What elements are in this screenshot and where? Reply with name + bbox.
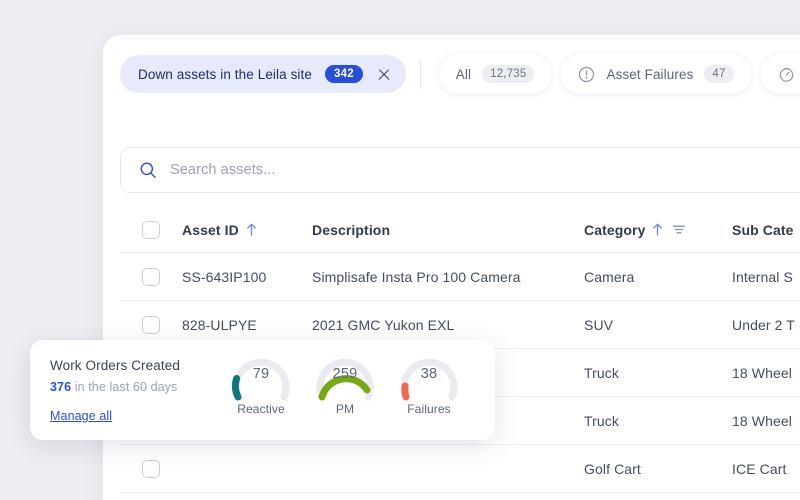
tab-asset-failures-count: 47: [704, 65, 734, 83]
tab-asset-failures[interactable]: Asset Failures 47: [561, 54, 751, 94]
alert-circle-icon: [578, 66, 595, 83]
search-icon: [139, 161, 157, 179]
cell-category: Golf Cart: [584, 460, 641, 477]
gauge-pm: 259 PM: [314, 352, 376, 416]
row-select-cell: [120, 459, 182, 478]
column-header-description-label: Description: [312, 221, 391, 238]
row-checkbox[interactable]: [142, 315, 160, 334]
tab-all[interactable]: All 12,735: [438, 54, 552, 94]
work-orders-title: Work Orders Created: [50, 358, 180, 373]
table-row[interactable]: 95KKL03-2 Mercedes Benz Sprinter Van Ser…: [120, 493, 800, 500]
search-input[interactable]: Search assets...: [120, 147, 800, 193]
manage-all-link[interactable]: Manage all: [50, 409, 112, 423]
search-placeholder: Search assets...: [170, 162, 276, 178]
gauge-reactive: 79 Reactive: [230, 352, 292, 416]
sort-asc-icon[interactable]: [652, 223, 663, 236]
cell-sub-category: 18 Wheel: [732, 412, 792, 429]
column-header-asset-id-label: Asset ID: [182, 221, 239, 238]
cell-description: Simplisafe Insta Pro 100 Camera: [312, 268, 521, 285]
cell-category: Camera: [584, 268, 635, 285]
tab-all-label: All: [455, 66, 472, 82]
work-orders-created-card: Work Orders Created 376 in the last 60 d…: [30, 340, 495, 440]
work-orders-subtitle: 376 in the last 60 days: [50, 380, 230, 394]
gauge-pm-value: 259: [332, 366, 358, 382]
select-all-cell: [120, 220, 182, 239]
column-header-sub-category[interactable]: Sub Cate: [732, 222, 800, 238]
gauge-reactive-label: Reactive: [237, 402, 285, 416]
active-filter-count: 342: [325, 65, 363, 83]
column-header-category-label: Category: [584, 221, 646, 238]
cell-sub-category: 18 Wheel: [732, 364, 792, 381]
tab-all-count: 12,735: [482, 65, 535, 83]
cell-sub-category: Under 2 T: [732, 316, 795, 333]
cell-sub-category: Internal S: [732, 268, 793, 285]
gauge-failures-value: 38: [420, 366, 438, 382]
column-header-sub-category-label: Sub Cate: [732, 221, 794, 238]
row-select-cell: [120, 267, 182, 286]
close-icon[interactable]: [376, 66, 392, 82]
tab-third-truncated[interactable]: A: [760, 54, 800, 94]
cell-sub-category: ICE Cart: [732, 460, 787, 477]
table-row[interactable]: SS-643IP100 Simplisafe Insta Pro 100 Cam…: [120, 253, 800, 301]
column-header-category[interactable]: Category: [584, 222, 732, 238]
active-filter-label: Down assets in the Leila site: [138, 66, 312, 82]
gauge-failures-label: Failures: [407, 402, 451, 416]
active-filter-chip[interactable]: Down assets in the Leila site 342: [120, 55, 406, 93]
cell-category: SUV: [584, 316, 614, 333]
filter-icon[interactable]: [672, 223, 686, 236]
table-header-row: Asset ID Description Category Sub Cate: [120, 207, 800, 253]
select-all-checkbox[interactable]: [142, 220, 160, 239]
timer-icon: [778, 66, 795, 83]
row-checkbox[interactable]: [142, 267, 160, 286]
filter-tab-strip: Down assets in the Leila site 342 All 12…: [103, 47, 800, 101]
gauge-reactive-value: 79: [252, 366, 270, 382]
gauge-pm-label: PM: [335, 402, 355, 416]
column-header-asset-id[interactable]: Asset ID: [182, 222, 312, 238]
cell-description: 2021 GMC Yukon EXL: [312, 316, 455, 333]
column-header-description[interactable]: Description: [312, 222, 584, 238]
cell-asset-id: SS-643IP100: [182, 268, 267, 285]
work-orders-count: 376: [50, 380, 72, 394]
tab-asset-failures-label: Asset Failures: [606, 66, 694, 82]
work-orders-gauges: 79 Reactive 259 PM 38 Failures: [230, 340, 460, 416]
table-row[interactable]: Golf Cart ICE Cart: [120, 445, 800, 493]
row-checkbox[interactable]: [142, 459, 160, 478]
gauge-failures: 38 Failures: [398, 352, 460, 416]
work-orders-summary: Work Orders Created 376 in the last 60 d…: [30, 340, 230, 425]
cell-category: Truck: [584, 364, 619, 381]
cell-asset-id: 828-ULPYE: [182, 316, 257, 333]
screen: Down assets in the Leila site 342 All 12…: [0, 0, 800, 500]
cell-category: Truck: [584, 412, 619, 429]
row-select-cell: [120, 315, 182, 334]
sort-asc-icon[interactable]: [246, 223, 257, 236]
work-orders-period: in the last 60 days: [71, 380, 178, 394]
divider: [419, 59, 421, 89]
